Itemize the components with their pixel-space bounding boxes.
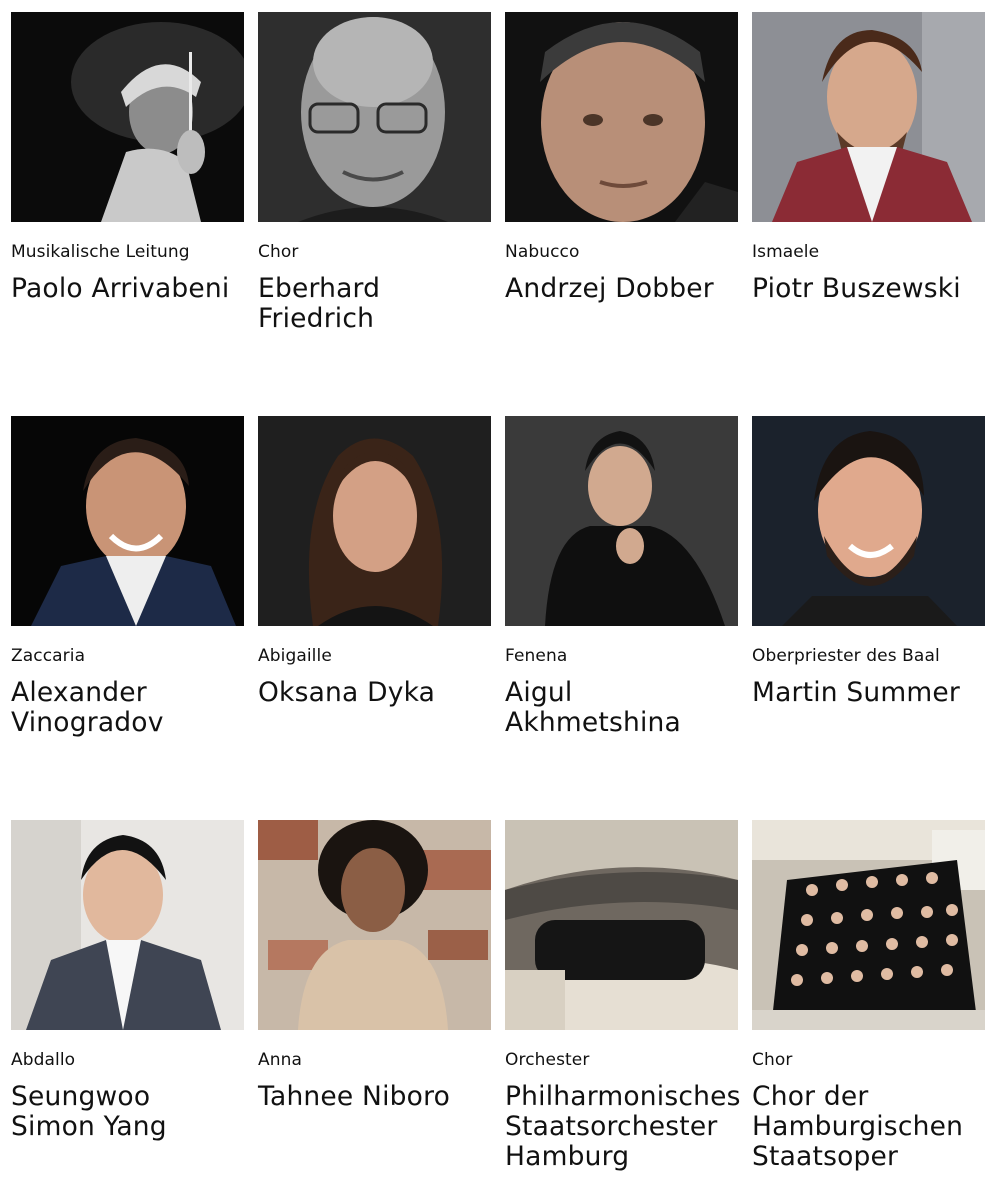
artist-name[interactable]: Andrzej Dobber <box>505 274 738 304</box>
artist-name[interactable]: Paolo Arrivabeni <box>11 274 244 304</box>
portrait-photo[interactable] <box>11 12 244 222</box>
artist-name[interactable]: Tahnee Niboro <box>258 1082 491 1112</box>
cast-card[interactable]: Chor Eberhard Friedrich <box>258 12 491 334</box>
artist-name[interactable]: Martin Summer <box>752 678 985 708</box>
cast-grid: Musikalische Leitung Paolo Arrivabeni Ch… <box>0 0 998 1188</box>
artist-name[interactable]: Chor der Hamburgischen Staatsoper <box>752 1082 985 1172</box>
role-label: Orchester <box>505 1050 590 1070</box>
cast-card[interactable]: Nabucco Andrzej Dobber <box>505 12 738 304</box>
artist-name[interactable]: Oksana Dyka <box>258 678 491 708</box>
role-label: Abdallo <box>11 1050 76 1070</box>
role-label: Oberpriester des Baal <box>752 646 940 666</box>
role-label: Chor <box>258 242 299 262</box>
portrait-photo[interactable] <box>505 12 738 222</box>
cast-card[interactable]: Abigaille Oksana Dyka <box>258 416 491 708</box>
portrait-photo[interactable] <box>505 416 738 626</box>
role-label: Chor <box>752 1050 793 1070</box>
portrait-photo[interactable] <box>505 820 738 1030</box>
portrait-photo[interactable] <box>752 12 985 222</box>
artist-name[interactable]: Philharmonisches Staatsorchester Hamburg <box>505 1082 740 1172</box>
artist-name[interactable]: Seungwoo Simon Yang <box>11 1082 244 1142</box>
role-label: Abigaille <box>258 646 332 666</box>
portrait-photo[interactable] <box>11 416 244 626</box>
portrait-photo[interactable] <box>258 820 491 1030</box>
artist-name[interactable]: Piotr Buszewski <box>752 274 985 304</box>
role-label: Anna <box>258 1050 302 1070</box>
cast-card[interactable]: Anna Tahnee Niboro <box>258 820 491 1112</box>
cast-card[interactable]: Abdallo Seungwoo Simon Yang <box>11 820 244 1142</box>
role-label: Musikalische Leitung <box>11 242 190 262</box>
cast-card[interactable]: Ismaele Piotr Buszewski <box>752 12 985 304</box>
cast-card[interactable]: Chor Chor der Hamburgischen Staatsoper <box>752 820 985 1172</box>
role-label: Nabucco <box>505 242 580 262</box>
artist-name[interactable]: Eberhard Friedrich <box>258 274 491 334</box>
artist-name[interactable]: Aigul Akhmetshina <box>505 678 738 738</box>
role-label: Ismaele <box>752 242 820 262</box>
portrait-photo[interactable] <box>752 416 985 626</box>
portrait-photo[interactable] <box>11 820 244 1030</box>
portrait-photo[interactable] <box>258 12 491 222</box>
artist-name[interactable]: Alexander Vinogradov <box>11 678 244 738</box>
role-label: Fenena <box>505 646 568 666</box>
cast-card[interactable]: Oberpriester des Baal Martin Summer <box>752 416 985 708</box>
cast-card[interactable]: Musikalische Leitung Paolo Arrivabeni <box>11 12 244 304</box>
cast-card[interactable]: Zaccaria Alexander Vinogradov <box>11 416 244 738</box>
cast-card[interactable]: Fenena Aigul Akhmetshina <box>505 416 738 738</box>
role-label: Zaccaria <box>11 646 86 666</box>
portrait-photo[interactable] <box>258 416 491 626</box>
cast-card[interactable]: Orchester Philharmonisches Staatsorchest… <box>505 820 740 1172</box>
portrait-photo[interactable] <box>752 820 985 1030</box>
